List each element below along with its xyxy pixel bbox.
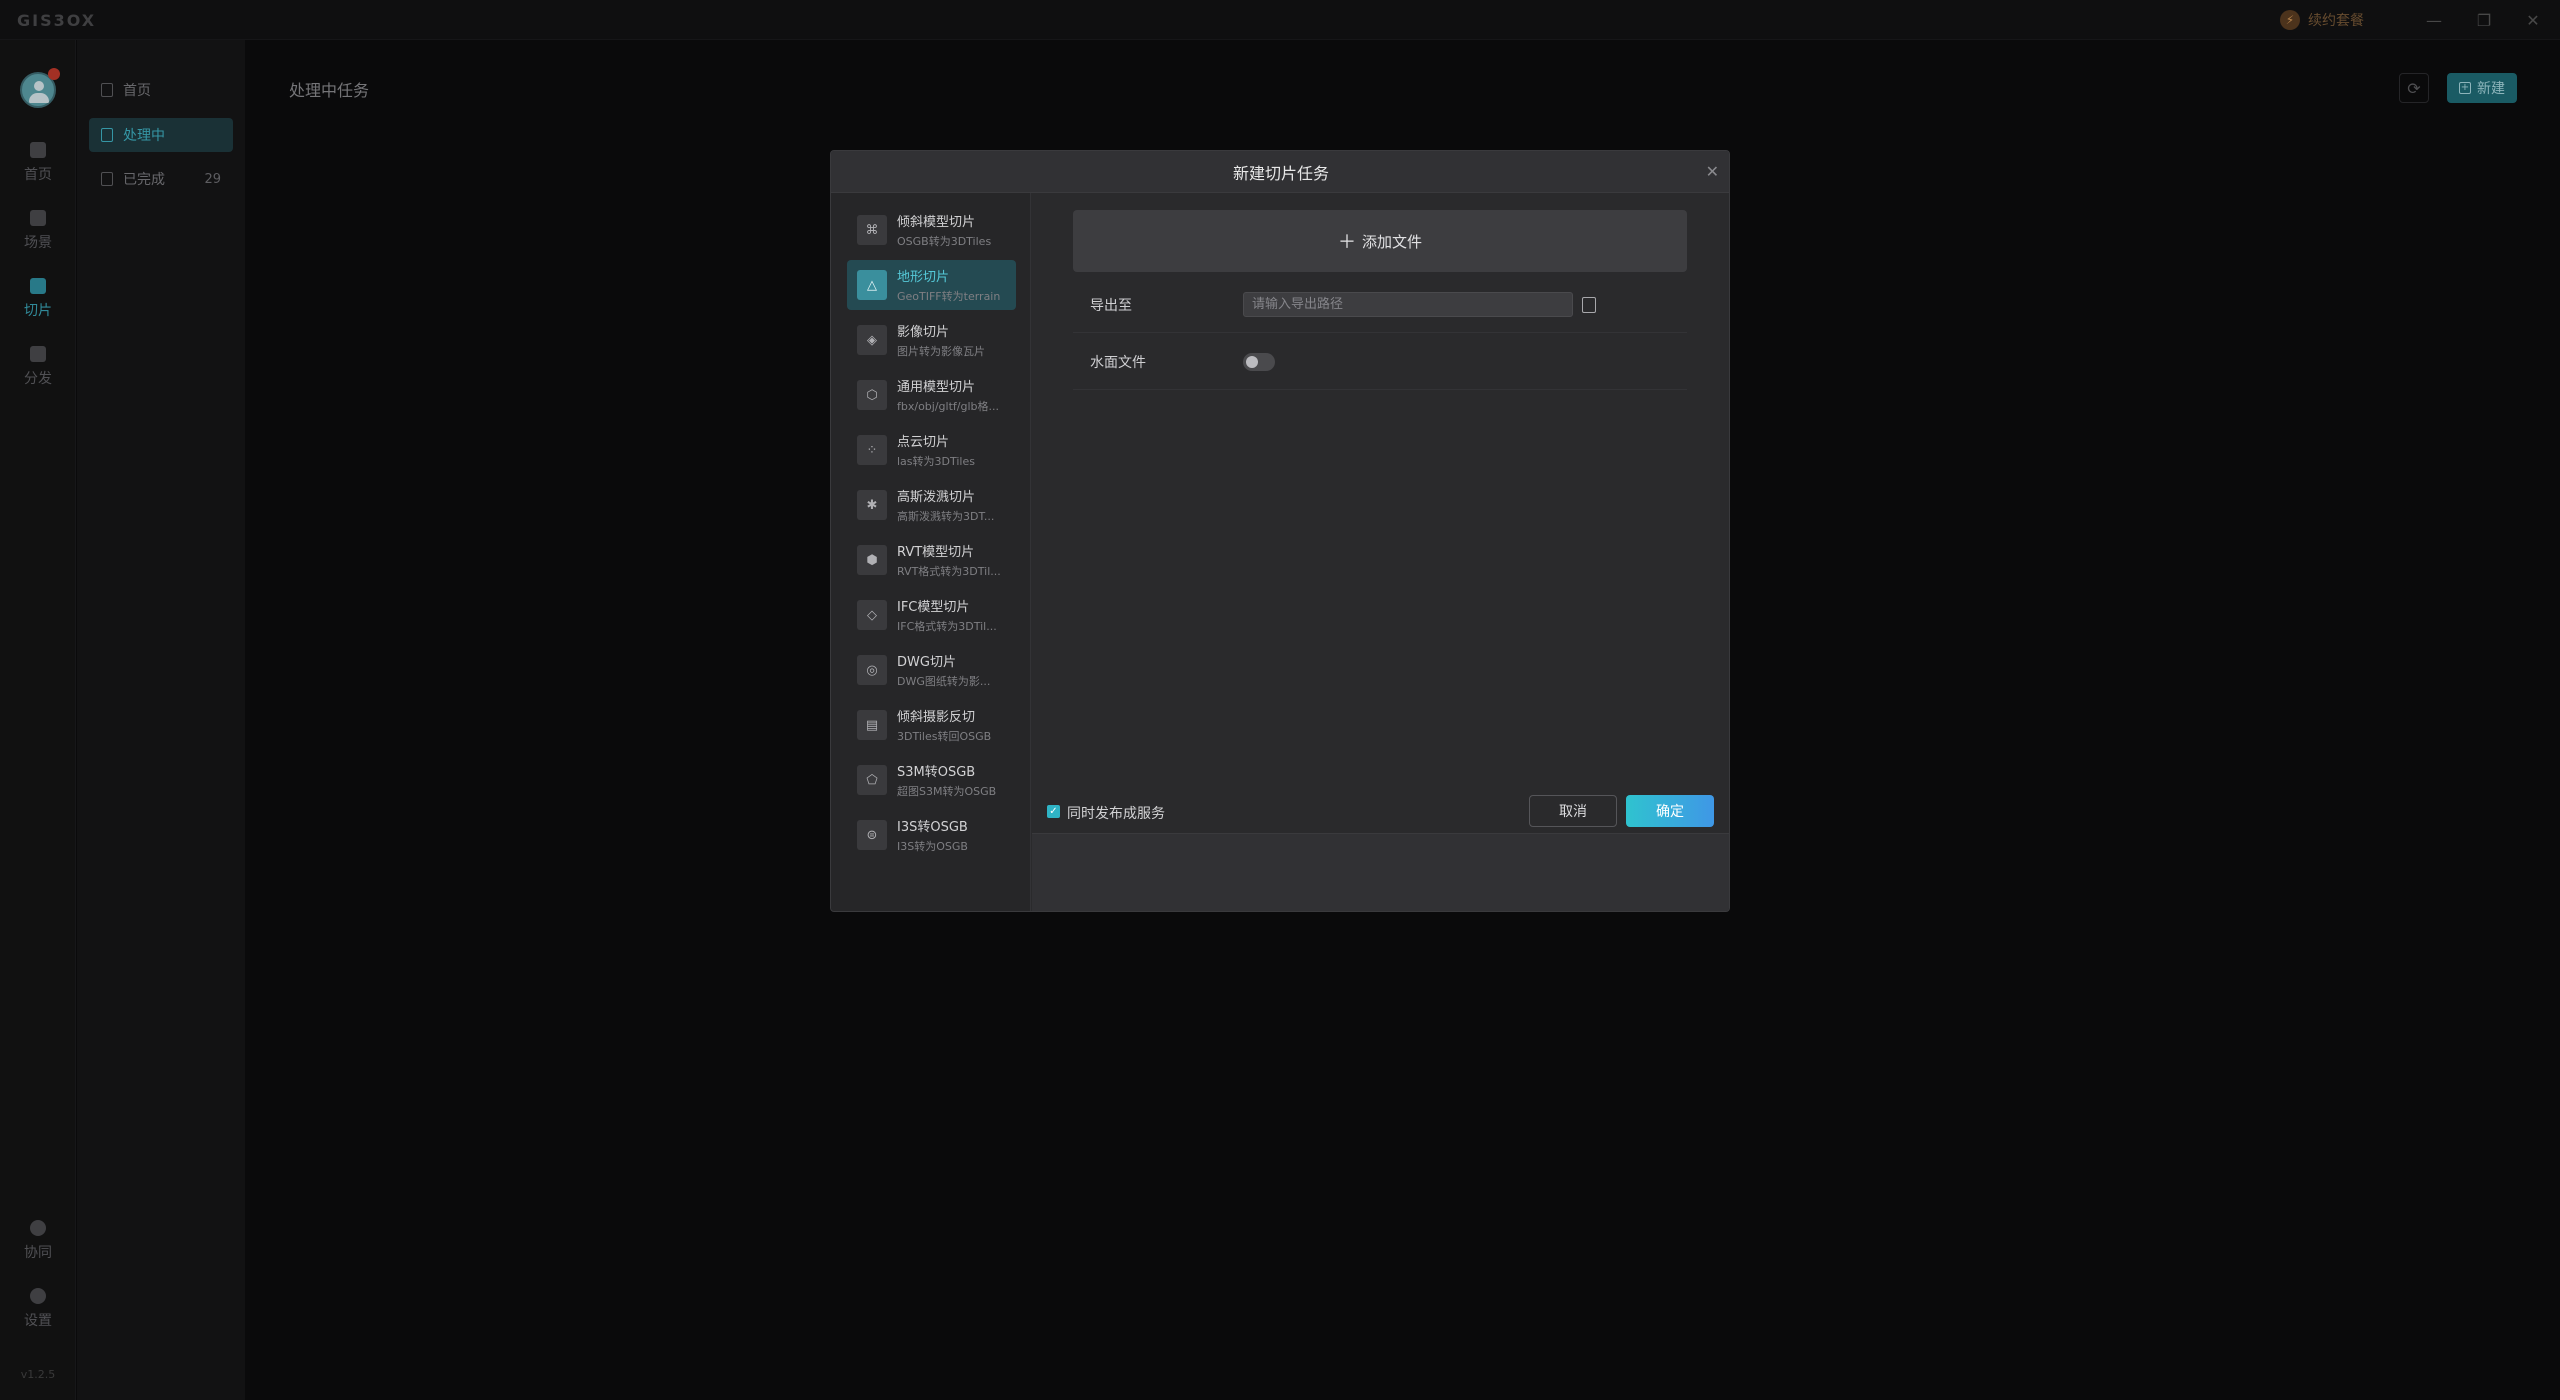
type-desc: OSGB转为3DTiles (897, 235, 992, 248)
slice-type-i3s[interactable]: ⊜ I3S转OSGB I3S转为OSGB (847, 810, 1016, 860)
i3s-icon: ⊜ (857, 820, 887, 850)
add-file-button[interactable]: ＋ 添加文件 (1073, 210, 1687, 272)
type-name: 通用模型切片 (897, 380, 976, 395)
type-name: DWG切片 (897, 655, 956, 670)
type-name: 高斯泼溅切片 (897, 490, 976, 505)
slice-type-point-cloud[interactable]: ⁘ 点云切片 las转为3DTiles (847, 425, 1016, 475)
type-desc: 超图S3M转为OSGB (897, 785, 997, 798)
type-desc: I3S转为OSGB (897, 840, 968, 853)
dialog-footer-row: ✓ 同时发布成服务 取消 确定 (1032, 793, 1729, 829)
tilt-model-icon: ⌘ (857, 215, 887, 245)
type-name: I3S转OSGB (897, 820, 968, 835)
point-cloud-icon: ⁘ (857, 435, 887, 465)
export-row: 导出至 (1073, 277, 1687, 333)
type-desc: 3DTiles转回OSGB (897, 730, 992, 743)
slice-type-rvt[interactable]: ⬢ RVT模型切片 RVT格式转为3DTil... (847, 535, 1016, 585)
type-desc: RVT格式转为3DTil... (897, 565, 1001, 578)
rvt-icon: ⬢ (857, 545, 887, 575)
type-name: 地形切片 (897, 270, 950, 285)
gaussian-icon: ✱ (857, 490, 887, 520)
add-file-label: 添加文件 (1361, 232, 1422, 251)
folder-icon[interactable] (1582, 296, 1596, 313)
type-name: RVT模型切片 (897, 545, 975, 560)
dwg-icon: ◎ (857, 655, 887, 685)
type-name: 点云切片 (897, 435, 950, 450)
export-path-input[interactable] (1243, 292, 1573, 317)
terrain-icon: △ (857, 270, 887, 300)
slice-type-list: ⌘ 倾斜模型切片 OSGB转为3DTiles △ 地形切片 GeoTIFF转为t… (831, 193, 1031, 911)
type-desc: 高斯泼溅转为3DT... (897, 510, 995, 523)
type-name: 影像切片 (897, 325, 950, 340)
slice-type-tilt-model[interactable]: ⌘ 倾斜模型切片 OSGB转为3DTiles (847, 205, 1016, 255)
publish-label: 同时发布成服务 (1067, 806, 1165, 822)
slice-type-reverse[interactable]: ▤ 倾斜摄影反切 3DTiles转回OSGB (847, 700, 1016, 750)
type-desc: 图片转为影像瓦片 (897, 345, 985, 358)
slice-type-imagery[interactable]: ◈ 影像切片 图片转为影像瓦片 (847, 315, 1016, 365)
slice-type-s3m[interactable]: ⬠ S3M转OSGB 超图S3M转为OSGB (847, 755, 1016, 805)
imagery-icon: ◈ (857, 325, 887, 355)
type-name: 倾斜模型切片 (897, 215, 976, 230)
close-icon[interactable]: ✕ (1706, 162, 1719, 181)
export-label: 导出至 (1090, 297, 1132, 314)
type-name: 倾斜摄影反切 (897, 710, 976, 725)
toggle-knob (1246, 355, 1258, 368)
ifc-icon: ◇ (857, 600, 887, 630)
publish-checkbox[interactable]: ✓ (1047, 805, 1060, 818)
slice-type-dwg[interactable]: ◎ DWG切片 DWG图纸转为影... (847, 645, 1016, 695)
s3m-icon: ⬠ (857, 765, 887, 795)
reverse-icon: ▤ (857, 710, 887, 740)
cube-icon: ⬡ (857, 380, 887, 410)
dialog-title: 新建切片任务 (1232, 163, 1329, 183)
type-name: S3M转OSGB (897, 765, 976, 780)
type-desc: DWG图纸转为影... (897, 675, 991, 688)
dialog-header: 新建切片任务 ✕ (831, 151, 1729, 193)
slice-type-ifc[interactable]: ◇ IFC模型切片 IFC格式转为3DTil... (847, 590, 1016, 640)
slice-type-terrain[interactable]: △ 地形切片 GeoTIFF转为terrain (847, 260, 1016, 310)
type-desc: GeoTIFF转为terrain (897, 290, 1001, 303)
confirm-button[interactable]: 确定 (1626, 795, 1714, 827)
dialog-footer-band (1032, 833, 1729, 911)
plus-icon: ＋ (1337, 232, 1356, 253)
type-desc: las转为3DTiles (897, 455, 975, 468)
type-desc: IFC格式转为3DTil... (897, 620, 997, 633)
water-row: 水面文件 (1073, 334, 1687, 390)
type-name: IFC模型切片 (897, 600, 970, 615)
cancel-button[interactable]: 取消 (1529, 795, 1617, 827)
slice-type-generic-model[interactable]: ⬡ 通用模型切片 fbx/obj/gltf/glb格... (847, 370, 1016, 420)
dialog-content: ＋ 添加文件 导出至 水面文件 ✓ 同时发布成服务 取消 确定 (1032, 193, 1729, 911)
new-slice-task-dialog: 新建切片任务 ✕ ⌘ 倾斜模型切片 OSGB转为3DTiles △ 地形切片 G… (830, 150, 1730, 912)
water-label: 水面文件 (1090, 354, 1146, 371)
type-desc: fbx/obj/gltf/glb格... (897, 400, 999, 413)
water-toggle[interactable] (1243, 352, 1275, 371)
slice-type-gaussian[interactable]: ✱ 高斯泼溅切片 高斯泼溅转为3DT... (847, 480, 1016, 530)
